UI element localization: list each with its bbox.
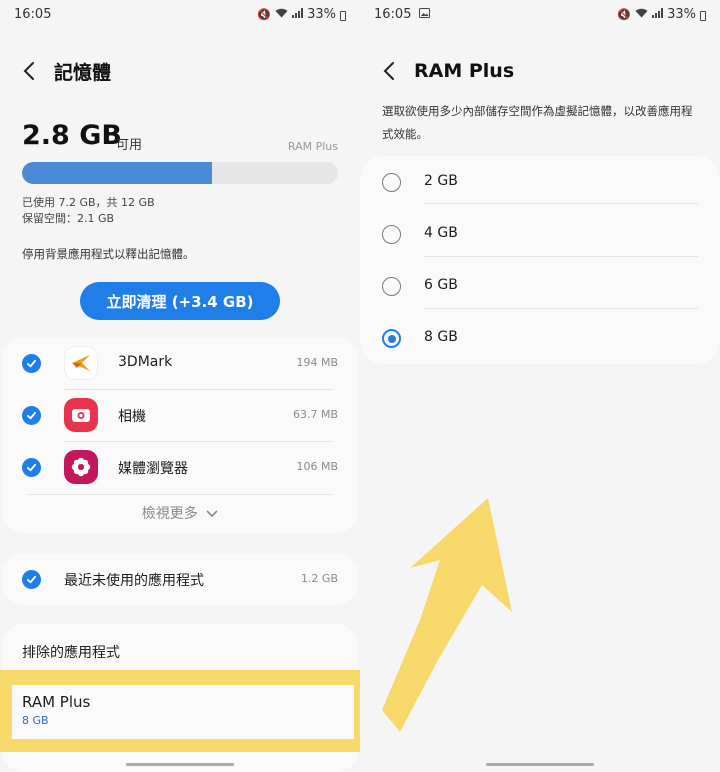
camera-icon xyxy=(64,398,98,432)
memory-screen: 16:05 🔇 33% 記憶體 2.8 GB 可用 RAM Plus 已使用 7… xyxy=(0,0,360,772)
mute-icon: 🔇 xyxy=(617,8,632,21)
option-2gb[interactable]: 2 GB xyxy=(360,156,720,208)
mute-icon: 🔇 xyxy=(257,8,272,21)
memory-usage-bar xyxy=(22,162,338,184)
divider xyxy=(27,494,333,495)
app-size: 106 MB xyxy=(296,460,338,473)
divider xyxy=(424,308,698,309)
back-arrow-icon[interactable] xyxy=(18,60,40,82)
ram-plus-value: 8 GB xyxy=(22,714,49,727)
status-time: 16:05 xyxy=(374,7,430,22)
radio-unselected-icon[interactable] xyxy=(382,225,401,244)
recent-unused-label: 最近未使用的應用程式 xyxy=(64,573,204,589)
wifi-icon xyxy=(635,8,648,21)
app-size: 194 MB xyxy=(296,356,338,369)
status-bar: 16:05 🔇 33% xyxy=(374,6,706,26)
reserved-memory-text: 保留空間：2.1 GB xyxy=(22,212,115,225)
option-label: 8 GB xyxy=(424,329,458,345)
ram-plus-description: 選取欲使用多少內部儲存空間作為虛擬記憶體，以改善應用程式效能。 xyxy=(382,104,693,141)
status-icons: 🔇 33% xyxy=(257,7,346,22)
background-apps-card: 3DMark 194 MB 相機 63.7 MB 媒體瀏覽器 106 MB 檢視… xyxy=(2,337,358,533)
app-size: 63.7 MB xyxy=(292,408,338,421)
app-row[interactable]: 媒體瀏覽器 106 MB xyxy=(2,441,358,493)
wifi-icon xyxy=(275,8,288,21)
image-notification-icon xyxy=(416,7,430,22)
media-browser-icon xyxy=(64,450,98,484)
memory-usage-fill xyxy=(22,162,212,184)
3dmark-icon xyxy=(64,346,98,380)
radio-unselected-icon[interactable] xyxy=(382,173,401,192)
checkbox-checked-icon[interactable] xyxy=(22,458,41,477)
ram-plus-menu-item[interactable]: RAM Plus 8 GB xyxy=(12,685,354,739)
divider xyxy=(424,203,698,204)
clean-now-button[interactable]: 立即清理 (+3.4 GB) xyxy=(80,282,280,320)
battery-icon xyxy=(700,10,706,21)
option-6gb[interactable]: 6 GB xyxy=(360,260,720,312)
option-4gb[interactable]: 4 GB xyxy=(360,208,720,260)
used-memory-text: 已使用 7.2 GB，共 12 GB xyxy=(22,196,155,209)
battery-percent: 33% xyxy=(667,7,696,22)
page-header: RAM Plus xyxy=(378,56,702,86)
chevron-down-icon xyxy=(202,506,218,522)
divider xyxy=(424,256,698,257)
view-more-label: 檢視更多 xyxy=(141,506,198,522)
signal-icon xyxy=(652,8,664,21)
radio-unselected-icon[interactable] xyxy=(382,277,401,296)
ram-plus-label: RAM Plus xyxy=(22,693,91,711)
page-title: 記憶體 xyxy=(54,61,112,84)
free-memory-hint: 停用背景應用程式以釋出記憶體。 xyxy=(22,247,195,261)
status-bar: 16:05 🔇 33% xyxy=(14,6,346,26)
battery-icon xyxy=(340,10,346,21)
option-8gb[interactable]: 8 GB xyxy=(360,312,720,364)
excluded-apps-title[interactable]: 排除的應用程式 xyxy=(22,642,120,662)
available-memory-value: 2.8 GB xyxy=(22,120,122,151)
signal-icon xyxy=(292,8,304,21)
ram-plus-screen: 16:05 🔇 33% RAM Plus 選取欲使用多少內部儲存空間作為虛擬記憶… xyxy=(360,0,720,772)
app-name: 3DMark xyxy=(118,354,173,370)
option-label: 6 GB xyxy=(424,277,458,293)
battery-percent: 33% xyxy=(307,7,336,22)
ram-plus-options: 2 GB 4 GB 6 GB 8 GB xyxy=(360,156,720,364)
app-name: 媒體瀏覽器 xyxy=(118,461,188,477)
gesture-bar xyxy=(486,763,594,766)
gesture-bar xyxy=(126,763,234,766)
page-title: RAM Plus xyxy=(414,60,515,82)
option-label: 4 GB xyxy=(424,225,458,241)
available-label: 可用 xyxy=(116,138,143,153)
status-time: 16:05 xyxy=(14,7,52,22)
checkbox-checked-icon[interactable] xyxy=(22,570,41,589)
ram-plus-tag: RAM Plus xyxy=(287,140,338,153)
checkbox-checked-icon[interactable] xyxy=(22,354,41,373)
recent-unused-size: 1.2 GB xyxy=(300,572,338,585)
checkbox-checked-icon[interactable] xyxy=(22,406,41,425)
option-label: 2 GB xyxy=(424,173,458,189)
recent-unused-apps-row[interactable]: 最近未使用的應用程式 1.2 GB xyxy=(2,553,358,605)
app-name: 相機 xyxy=(118,409,146,425)
view-more-link[interactable]: 檢視更多 xyxy=(2,503,358,523)
page-header: 記憶體 xyxy=(18,56,342,86)
app-row[interactable]: 3DMark 194 MB xyxy=(2,337,358,389)
app-row[interactable]: 相機 63.7 MB xyxy=(2,389,358,441)
status-icons: 🔇 33% xyxy=(617,7,706,22)
back-arrow-icon[interactable] xyxy=(378,60,400,82)
radio-selected-icon[interactable] xyxy=(382,329,401,348)
